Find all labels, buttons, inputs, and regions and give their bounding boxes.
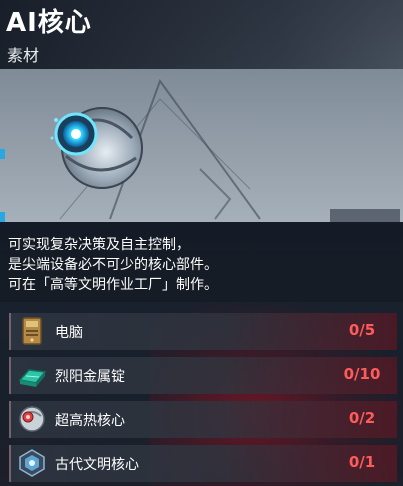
- material-name: 电脑: [55, 325, 83, 341]
- material-count: 0/2: [348, 409, 376, 427]
- side-marker-top: [0, 149, 5, 159]
- item-title: AI核心: [6, 8, 92, 38]
- ancient-core-icon: [19, 449, 45, 477]
- material-row-heat-core[interactable]: 超高热核心 0/2: [9, 401, 397, 438]
- material-count: 0/5: [348, 321, 376, 339]
- heat-core-icon: [19, 406, 45, 432]
- ai-core-sphere-icon: [50, 107, 143, 189]
- description-line: 可在「高等文明作业工厂」制作。: [8, 277, 218, 293]
- material-name: 烈阳金属锭: [55, 369, 125, 385]
- material-count: 0/10: [343, 365, 381, 383]
- computer-icon: [22, 317, 42, 345]
- side-marker-bottom: [0, 212, 5, 222]
- item-description: 可实现复杂决策及自主控制， 是尖端设备必不可少的核心部件。 可在「高等文明作业工…: [0, 222, 403, 302]
- material-name: 超高热核心: [55, 413, 125, 429]
- header: AI核心 素材: [0, 0, 403, 69]
- material-count: 0/1: [348, 453, 376, 471]
- material-name: 古代文明核心: [55, 457, 139, 473]
- description-line: 可实现复杂决策及自主控制，: [8, 237, 190, 253]
- description-line: 是尖端设备必不可少的核心部件。: [8, 257, 218, 273]
- material-row-ancient-core[interactable]: 古代文明核心 0/1: [9, 445, 397, 482]
- material-row-computer[interactable]: 电脑 0/5: [9, 313, 397, 350]
- item-category: 素材: [7, 46, 40, 65]
- metal-ingot-icon: [18, 369, 47, 387]
- material-row-metal-ingot[interactable]: 烈阳金属锭 0/10: [9, 357, 397, 394]
